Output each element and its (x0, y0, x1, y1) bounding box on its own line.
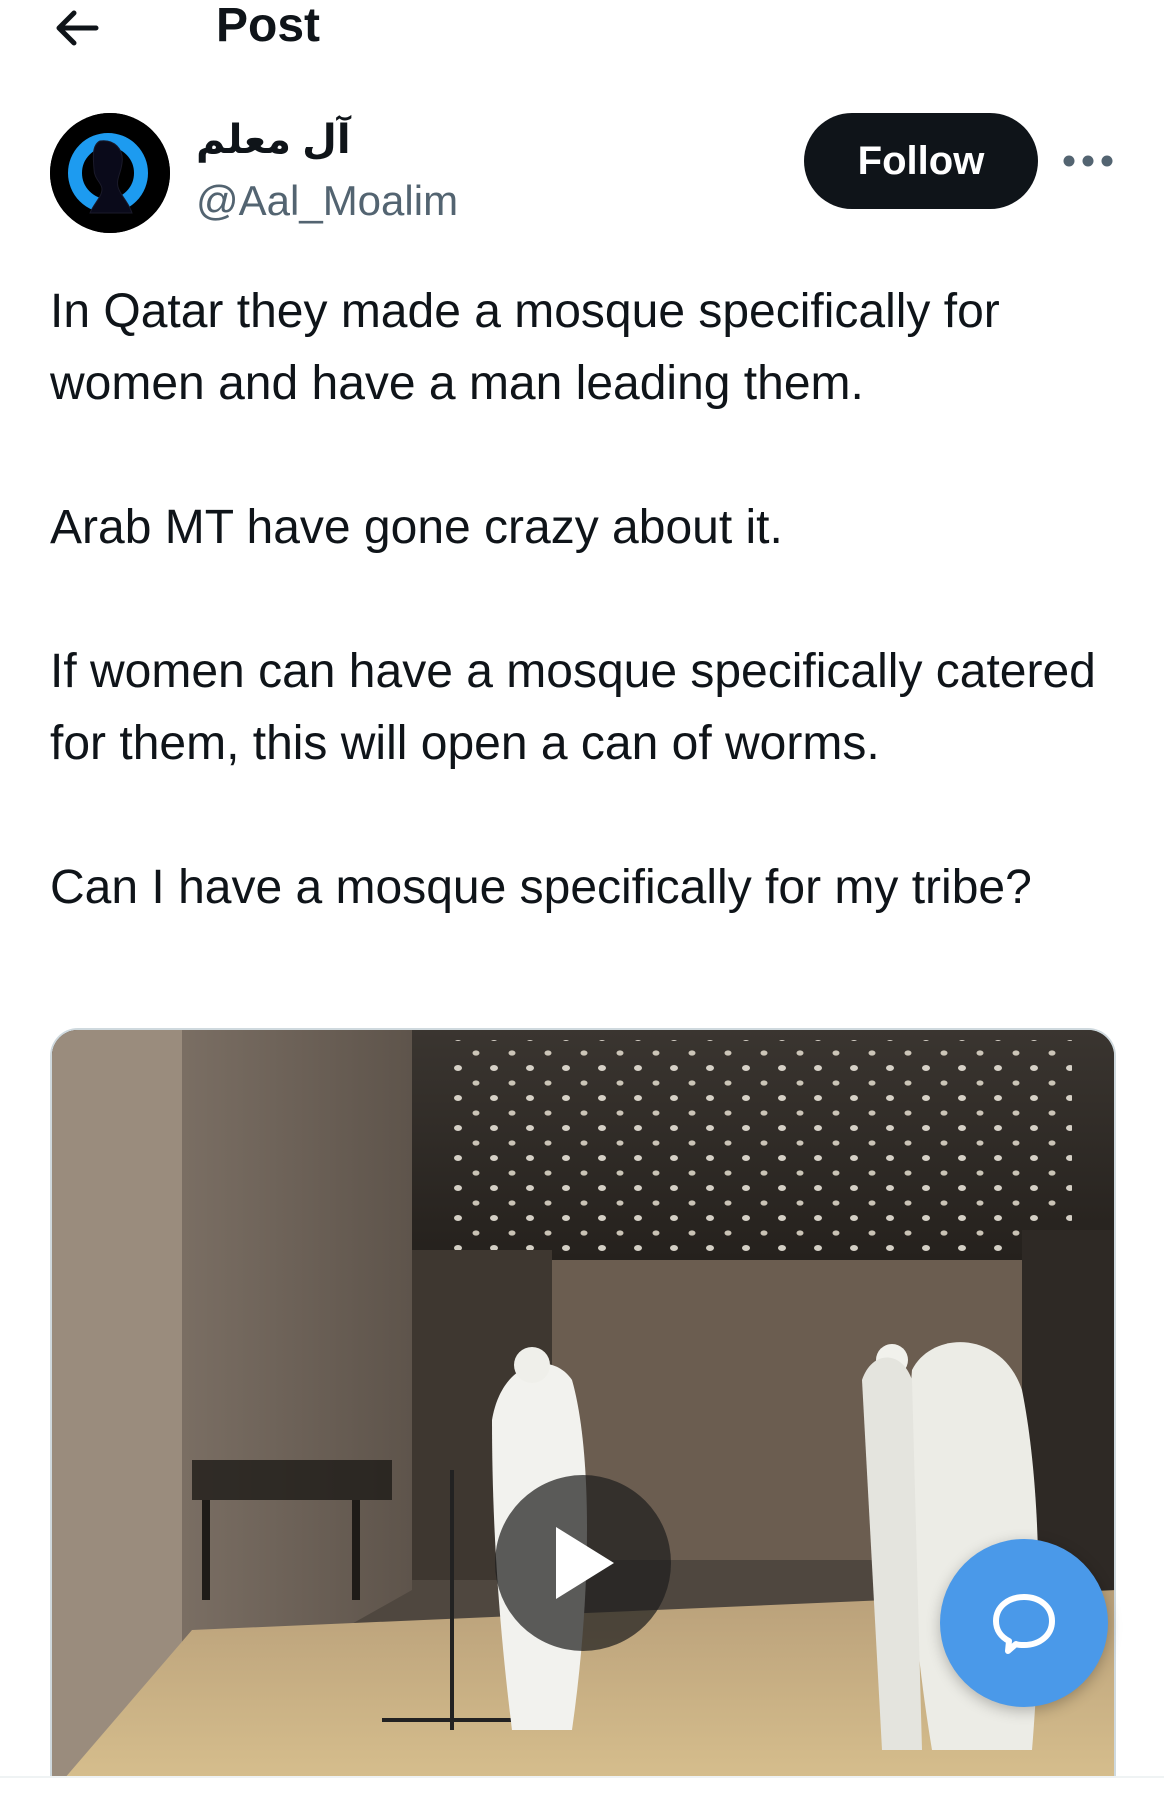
avatar-silhouette-icon (50, 113, 170, 233)
post-paragraph: Can I have a mosque specifically for my … (50, 861, 1032, 914)
arrow-left-icon[interactable] (52, 8, 102, 48)
author-display-name[interactable]: آل معلم (196, 116, 351, 164)
play-icon[interactable] (495, 1475, 671, 1651)
top-bar: Post (0, 0, 1164, 60)
more-horizontal-icon[interactable] (1062, 144, 1114, 178)
post-paragraph: Arab MT have gone crazy about it. (50, 501, 783, 554)
video-scene (52, 1030, 1114, 1791)
avatar[interactable] (50, 113, 170, 233)
video-thumbnail[interactable] (50, 1028, 1116, 1791)
post-paragraph: In Qatar they made a mosque specifically… (50, 285, 1000, 410)
post-paragraph: If women can have a mosque specifically … (50, 645, 1096, 770)
divider (0, 1776, 1164, 1793)
follow-button[interactable]: Follow (804, 113, 1038, 209)
author-handle[interactable]: @Aal_Moalim (196, 176, 458, 226)
chat-bubble-icon[interactable] (940, 1539, 1108, 1707)
page-title: Post (216, 0, 321, 52)
post-text: In Qatar they made a mosque specifically… (50, 276, 1130, 924)
